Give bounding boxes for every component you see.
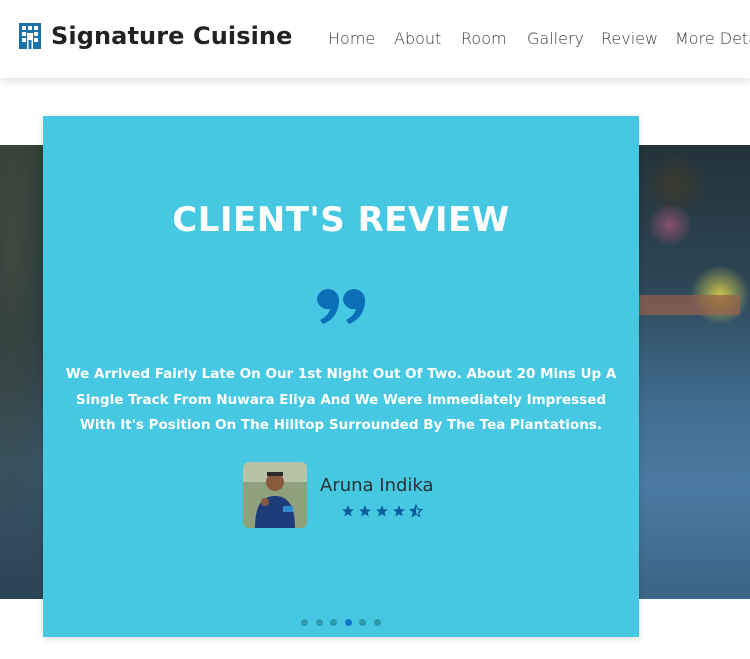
carousel-dot-3[interactable] bbox=[330, 619, 337, 626]
nav-about[interactable]: About bbox=[394, 29, 441, 48]
avatar-photo bbox=[243, 462, 307, 528]
star-half-icon bbox=[409, 504, 423, 518]
reviewer-name: Aruna Indika bbox=[320, 475, 434, 496]
review-title: CLIENT'S REVIEW bbox=[172, 200, 510, 240]
main-nav: Home About Room Gallery Review More Deta bbox=[0, 29, 750, 49]
carousel-dot-1[interactable] bbox=[301, 619, 308, 626]
carousel-dot-5[interactable] bbox=[359, 619, 366, 626]
nav-room[interactable]: Room bbox=[461, 29, 507, 48]
star-full-icon bbox=[393, 505, 405, 517]
star-rating bbox=[341, 504, 426, 518]
nav-home[interactable]: Home bbox=[328, 29, 375, 48]
quote-icon bbox=[317, 289, 365, 324]
reviewer-avatar bbox=[243, 462, 307, 528]
carousel-dot-6[interactable] bbox=[373, 619, 381, 626]
carousel-dot-4-active[interactable] bbox=[344, 619, 352, 626]
carousel-dots bbox=[301, 619, 388, 626]
photo-right-edge bbox=[630, 145, 750, 599]
top-navbar: Signature Cuisine Home About Room Galler… bbox=[0, 0, 750, 78]
foliage-pink bbox=[645, 205, 695, 245]
railing bbox=[630, 295, 740, 315]
review-card: CLIENT'S REVIEW We Arrived Fairly Late O… bbox=[43, 116, 639, 637]
star-full-icon bbox=[342, 505, 354, 517]
carousel-dot-2[interactable] bbox=[315, 619, 323, 626]
reviewer: Aruna Indika bbox=[243, 462, 503, 530]
star-full-icon bbox=[359, 505, 371, 517]
nav-more-details[interactable]: More Deta bbox=[675, 29, 750, 48]
star-full-icon bbox=[376, 505, 388, 517]
nav-review[interactable]: Review bbox=[601, 29, 658, 48]
review-text: We Arrived Fairly Late On Our 1st Night … bbox=[65, 366, 617, 433]
nav-gallery[interactable]: Gallery bbox=[527, 29, 584, 48]
